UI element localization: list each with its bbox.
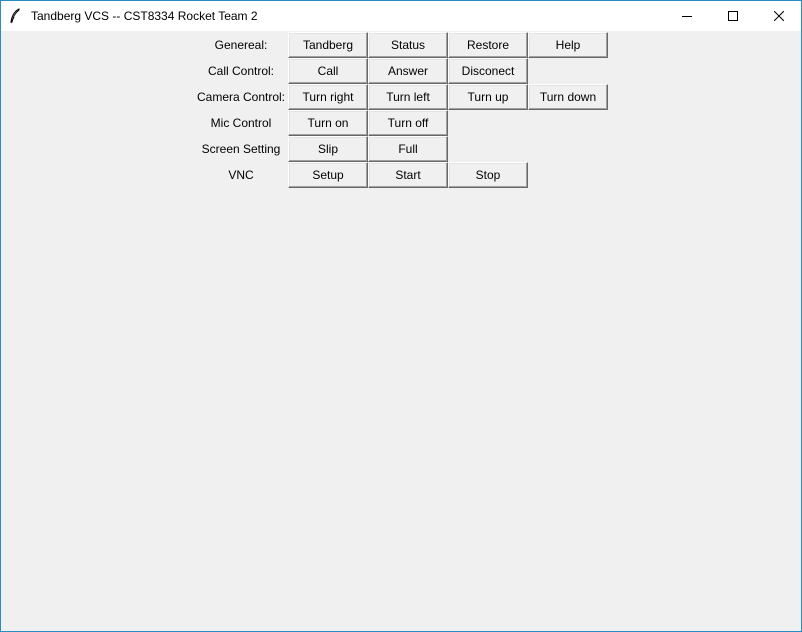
mic-control-label: Mic Control [210, 116, 272, 130]
help-button[interactable]: Help [528, 32, 608, 58]
general-label: Genereal: [214, 38, 268, 52]
turn-down-button[interactable]: Turn down [528, 84, 608, 110]
feather-icon [10, 8, 20, 24]
vnc-label: VNC [228, 168, 254, 182]
screen-setting-label: Screen Setting [201, 142, 281, 156]
minimize-button[interactable] [664, 1, 710, 31]
tandberg-button[interactable]: Tandberg [288, 32, 368, 58]
slip-button[interactable]: Slip [288, 136, 368, 162]
status-button[interactable]: Status [368, 32, 448, 58]
window-title: Tandberg VCS -- CST8334 Rocket Team 2 [31, 9, 258, 23]
camera-control-label: Camera Control: [196, 90, 286, 104]
close-button[interactable] [756, 1, 802, 31]
vnc-start-button[interactable]: Start [368, 162, 448, 188]
maximize-button[interactable] [710, 1, 756, 31]
call-button[interactable]: Call [288, 58, 368, 84]
title-bar[interactable]: Tandberg VCS -- CST8334 Rocket Team 2 [1, 1, 801, 31]
call-control-label: Call Control: [207, 64, 275, 78]
turn-up-button[interactable]: Turn up [448, 84, 528, 110]
vnc-stop-button[interactable]: Stop [448, 162, 528, 188]
mic-turn-on-button[interactable]: Turn on [288, 110, 368, 136]
vnc-setup-button[interactable]: Setup [288, 162, 368, 188]
turn-left-button[interactable]: Turn left [368, 84, 448, 110]
turn-right-button[interactable]: Turn right [288, 84, 368, 110]
minimize-icon [682, 16, 692, 17]
close-icon [774, 11, 784, 21]
restore-button[interactable]: Restore [448, 32, 528, 58]
disconnect-button[interactable]: Disconect [448, 58, 528, 84]
app-window: Tandberg VCS -- CST8334 Rocket Team 2 Ge… [0, 0, 802, 632]
full-button[interactable]: Full [368, 136, 448, 162]
answer-button[interactable]: Answer [368, 58, 448, 84]
maximize-icon [728, 11, 738, 21]
main-content: Genereal: Tandberg Status Restore Help C… [1, 31, 801, 631]
mic-turn-off-button[interactable]: Turn off [368, 110, 448, 136]
